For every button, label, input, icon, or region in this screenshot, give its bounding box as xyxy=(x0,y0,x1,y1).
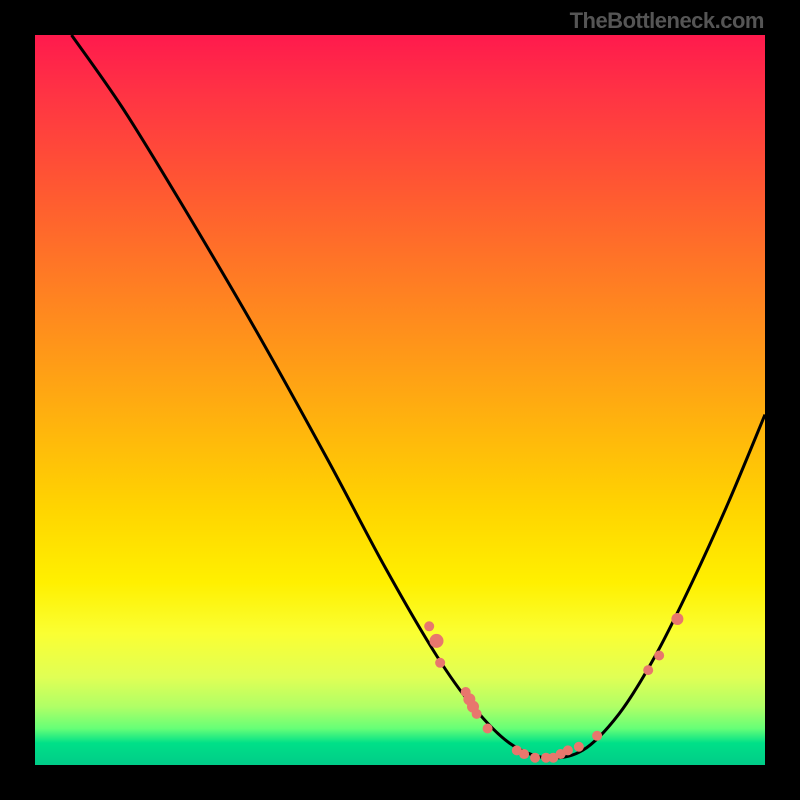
data-dot xyxy=(463,693,475,705)
data-dot xyxy=(541,753,551,763)
data-dot xyxy=(592,731,602,741)
data-dot xyxy=(654,651,664,661)
data-dot xyxy=(483,724,493,734)
data-dot xyxy=(530,753,540,763)
chart-container: TheBottleneck.com xyxy=(0,0,800,800)
data-dot xyxy=(519,749,529,759)
data-dot xyxy=(430,634,444,648)
data-dot xyxy=(424,621,434,631)
chart-svg xyxy=(35,35,765,765)
data-dot xyxy=(574,742,584,752)
data-dot xyxy=(461,687,471,697)
data-dot xyxy=(467,701,479,713)
plot-area xyxy=(35,35,765,765)
data-dot xyxy=(563,745,573,755)
data-dots xyxy=(424,613,683,763)
data-dot xyxy=(643,665,653,675)
data-dot xyxy=(435,658,445,668)
data-dot xyxy=(548,753,558,763)
data-dot xyxy=(512,745,522,755)
watermark-text: TheBottleneck.com xyxy=(570,8,764,34)
bottleneck-curve xyxy=(72,35,766,758)
data-dot xyxy=(472,709,482,719)
data-dot xyxy=(671,613,683,625)
data-dot xyxy=(556,749,566,759)
